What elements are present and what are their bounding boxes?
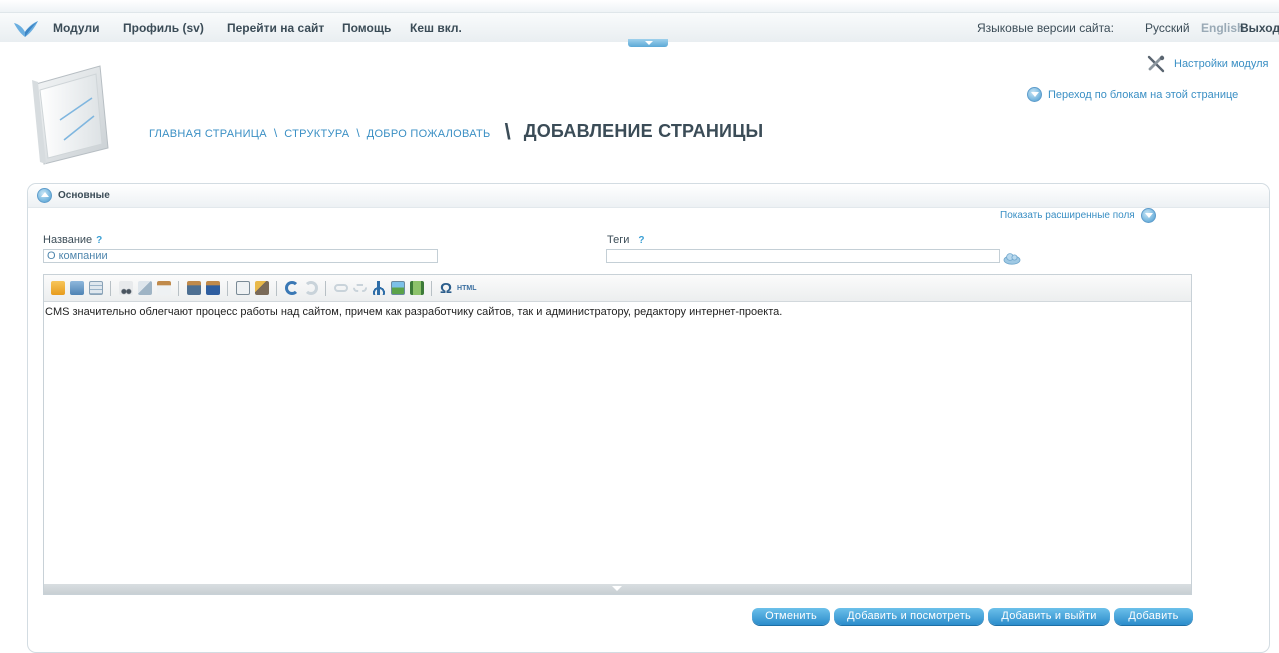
copy-icon[interactable]: [137, 281, 152, 295]
special-char-icon[interactable]: Ω: [440, 280, 452, 297]
editor-toolbar: Ω HTML: [44, 275, 1191, 302]
breadcrumb-structure[interactable]: СТРУКТУРА: [284, 128, 349, 140]
toolbar-divider: [431, 280, 432, 296]
toolbar-divider: [227, 280, 228, 296]
block-navigation-link[interactable]: Переход по блокам на этой странице: [1027, 87, 1238, 102]
clean-format-icon[interactable]: [254, 281, 269, 295]
add-and-view-button[interactable]: Добавить и посмотреть: [834, 608, 984, 625]
cancel-button[interactable]: Отменить: [752, 608, 830, 625]
editor-resize-handle[interactable]: [44, 584, 1191, 594]
nav-cache[interactable]: Кеш вкл.: [410, 21, 462, 35]
nav-go-to-site[interactable]: Перейти на сайт: [227, 21, 324, 35]
flash-icon[interactable]: [409, 281, 424, 295]
link-icon[interactable]: [333, 284, 348, 292]
anchor-icon[interactable]: [371, 281, 386, 295]
nav-modules[interactable]: Модули: [53, 21, 99, 35]
cut-icon[interactable]: [118, 281, 133, 295]
nav-help[interactable]: Помощь: [342, 21, 391, 35]
undo-icon[interactable]: [284, 281, 299, 295]
tags-label-text: Теги: [607, 234, 630, 246]
rich-text-editor: Ω HTML CMS значительно облегчают процесс…: [43, 274, 1192, 595]
tags-input[interactable]: [606, 249, 1000, 263]
module-settings-link[interactable]: Настройки модуля: [1146, 55, 1268, 73]
select-all-icon[interactable]: [235, 281, 250, 295]
add-button[interactable]: Добавить: [1114, 608, 1193, 625]
breadcrumb: ГЛАВНАЯ СТРАНИЦА \ СТРУКТУРА \ ДОБРО ПОЖ…: [149, 117, 764, 144]
top-strip: [0, 0, 1279, 12]
html-source-icon[interactable]: HTML: [457, 285, 476, 292]
image-icon[interactable]: [390, 281, 405, 295]
breadcrumb-separator: \: [273, 126, 278, 140]
paste-text-icon[interactable]: [186, 281, 201, 295]
breadcrumb-welcome[interactable]: ДОБРО ПОЖАЛОВАТЬ: [367, 128, 491, 140]
toolbar-divider: [325, 280, 326, 296]
block-navigation-label: Переход по блокам на этой странице: [1048, 88, 1239, 101]
template-icon[interactable]: [50, 281, 65, 295]
exit-link[interactable]: Выход: [1240, 21, 1279, 35]
panel-title: Основные: [58, 190, 110, 201]
show-extended-label: Показать расширенные поля: [1000, 210, 1135, 221]
language-english[interactable]: English: [1201, 21, 1244, 35]
toolbar-divider: [276, 280, 277, 296]
add-and-exit-button[interactable]: Добавить и выйти: [988, 608, 1110, 625]
paste-icon[interactable]: [156, 281, 171, 295]
nav-profile[interactable]: Профиль (sv): [123, 21, 204, 35]
redo-icon[interactable]: [303, 281, 318, 295]
page-title: ДОБАВЛЕНИЕ СТРАНИЦЫ: [523, 121, 764, 141]
chevron-down-icon: [1140, 208, 1156, 223]
paste-word-icon[interactable]: [205, 281, 220, 295]
unlink-icon[interactable]: [352, 284, 367, 292]
breadcrumb-separator: \: [356, 126, 360, 140]
name-label-text: Название: [43, 234, 93, 246]
toggle-panel-tab[interactable]: [628, 39, 668, 47]
name-label: Название?: [43, 234, 102, 246]
tags-label: Теги?: [607, 234, 645, 246]
top-nav-bar: Модули Профиль (sv) Перейти на сайт Помо…: [0, 12, 1279, 42]
toolbar-divider: [110, 280, 111, 296]
language-russian[interactable]: Русский: [1145, 21, 1190, 35]
name-input[interactable]: [43, 249, 438, 263]
breadcrumb-home[interactable]: ГЛАВНАЯ СТРАНИЦА: [149, 128, 267, 140]
chevron-down-icon: [1027, 87, 1042, 102]
tools-icon: [1147, 55, 1165, 73]
language-label: Языковые версии сайта:: [977, 21, 1114, 35]
folder-icon: [32, 65, 109, 165]
help-icon[interactable]: ?: [638, 235, 644, 246]
collapse-icon[interactable]: [37, 188, 52, 203]
table-icon[interactable]: [88, 281, 103, 295]
show-extended-fields-link[interactable]: Показать расширенные поля: [1000, 208, 1156, 223]
editor-content[interactable]: CMS значительно облегчают процесс работы…: [44, 303, 1191, 585]
panel-header[interactable]: Основные: [28, 184, 1269, 208]
toolbar-divider: [178, 280, 179, 296]
breadcrumb-separator: \: [504, 119, 511, 144]
tags-cloud-icon[interactable]: [1002, 251, 1022, 265]
bird-logo-icon[interactable]: [13, 19, 39, 39]
module-settings-label: Настройки модуля: [1174, 58, 1269, 70]
help-icon[interactable]: ?: [96, 235, 102, 246]
find-icon[interactable]: [69, 281, 84, 295]
